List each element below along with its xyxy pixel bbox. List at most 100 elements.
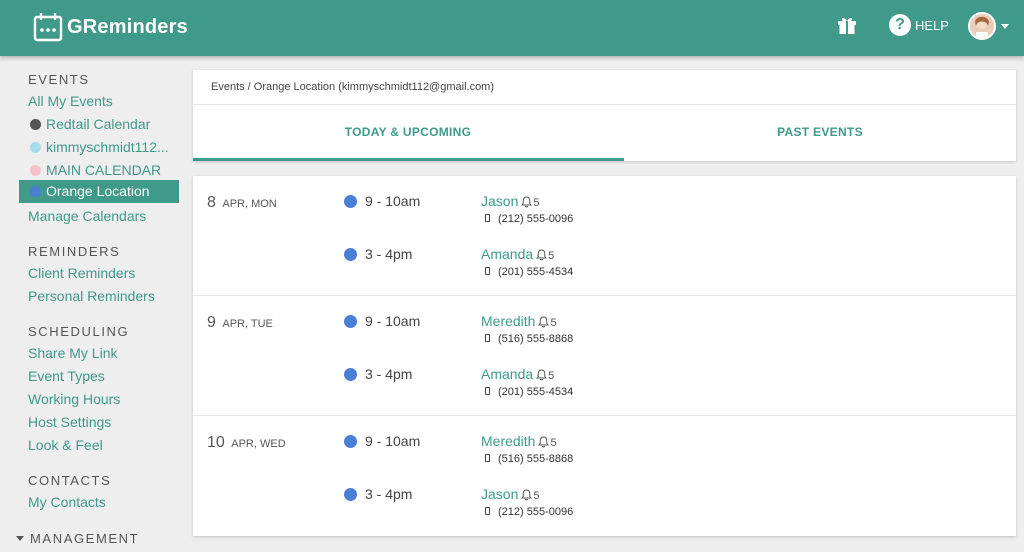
event-color-dot — [344, 435, 357, 448]
bell-icon — [521, 196, 533, 208]
sidebar: EVENTS All My Events Redtail Calendar ki… — [0, 56, 185, 552]
help-icon[interactable]: ? — [889, 14, 911, 36]
reminder-count: 5 — [533, 197, 540, 209]
gift-icon[interactable] — [835, 13, 859, 37]
calendar-color-dot — [30, 186, 41, 197]
user-avatar[interactable] — [968, 12, 996, 40]
calendar-logo-icon[interactable] — [32, 11, 64, 43]
sidebar-item-label: Orange Location — [46, 183, 150, 199]
sidebar-item-event-types[interactable]: Event Types — [28, 368, 105, 384]
day-number: 9 — [207, 314, 216, 331]
management-section-toggle[interactable]: MANAGEMENT — [16, 531, 139, 546]
event-color-dot — [344, 248, 357, 261]
event-contact-link[interactable]: Meredith 5 — [481, 313, 557, 329]
event-time[interactable]: 9 - 10am — [365, 193, 420, 209]
contacts-section-heading: CONTACTS — [28, 473, 112, 488]
day-number: 8 — [207, 194, 216, 211]
event-time[interactable]: 3 - 4pm — [365, 486, 412, 502]
events-header-card: Events / Orange Location (kimmyschmidt11… — [193, 70, 1016, 161]
event-phone: (516) 555-8868 — [485, 453, 573, 465]
divider — [193, 104, 1016, 105]
management-section-heading: MANAGEMENT — [30, 531, 140, 546]
phone-icon — [485, 454, 490, 462]
caret-down-icon[interactable] — [1001, 24, 1009, 29]
calendar-color-dot — [30, 142, 41, 153]
events-list: 8 APR, MON 9 - 10am Jason 5 (212) 555-0096 3 … — [193, 176, 1016, 536]
sidebar-item-host-settings[interactable]: Host Settings — [28, 414, 111, 430]
brand-name[interactable]: GReminders — [67, 16, 188, 39]
sidebar-item-redtail-calendar[interactable]: Redtail Calendar — [30, 116, 150, 132]
tab-past-events[interactable]: PAST EVENTS — [614, 125, 1024, 139]
event-contact-link[interactable]: Amanda 5 — [481, 246, 554, 262]
sidebar-item-look-feel[interactable]: Look & Feel — [28, 437, 103, 453]
sidebar-item-working-hours[interactable]: Working Hours — [28, 391, 120, 407]
breadcrumb: Events / Orange Location (kimmyschmidt11… — [211, 81, 495, 93]
sidebar-item-label: MAIN CALENDAR — [46, 162, 162, 178]
sidebar-item-share-link[interactable]: Share My Link — [28, 345, 117, 361]
help-link[interactable]: HELP — [915, 18, 949, 33]
day-group: 9 APR, TUE 9 - 10am Meredith 5 (516) 555-886… — [193, 296, 1016, 416]
reminder-count: 5 — [548, 370, 555, 382]
event-time[interactable]: 9 - 10am — [365, 433, 420, 449]
sidebar-item-main-calendar[interactable]: MAIN CALENDAR — [30, 162, 161, 178]
reminder-count: 5 — [533, 490, 540, 502]
event-phone: (212) 555-0096 — [485, 506, 573, 518]
day-date: 10 APR, WED — [207, 434, 286, 452]
event-phone: (201) 555-4534 — [485, 266, 573, 278]
calendar-color-dot — [30, 165, 41, 176]
reminder-count: 5 — [548, 250, 555, 262]
active-tab-indicator — [193, 158, 624, 161]
phone-number: (201) 555-4534 — [498, 386, 574, 398]
event-contact-name: Amanda — [481, 246, 534, 262]
day-weekday: APR, MON — [222, 198, 277, 210]
event-color-dot — [344, 315, 357, 328]
bell-icon — [538, 436, 550, 448]
caret-down-icon — [16, 536, 24, 541]
sidebar-item-client-reminders[interactable]: Client Reminders — [28, 265, 135, 281]
event-contact-name: Meredith — [481, 433, 536, 449]
day-group: 10 APR, WED 9 - 10am Meredith 5 (516) 555-88… — [193, 416, 1016, 536]
day-weekday: APR, WED — [231, 438, 286, 450]
phone-icon — [485, 267, 490, 275]
event-phone: (212) 555-0096 — [485, 213, 573, 225]
phone-icon — [485, 387, 490, 395]
day-weekday: APR, TUE — [222, 318, 273, 330]
sidebar-item-personal-reminders[interactable]: Personal Reminders — [28, 288, 155, 304]
event-color-dot — [344, 195, 357, 208]
bell-icon — [536, 249, 548, 261]
day-date: 8 APR, MON — [207, 194, 277, 212]
event-contact-link[interactable]: Meredith 5 — [481, 433, 557, 449]
calendar-color-dot — [30, 119, 41, 130]
bell-icon — [521, 489, 533, 501]
day-group: 8 APR, MON 9 - 10am Jason 5 (212) 555-0096 3 … — [193, 176, 1016, 296]
day-date: 9 APR, TUE — [207, 314, 273, 332]
event-contact-name: Jason — [481, 193, 519, 209]
bell-icon — [536, 369, 548, 381]
event-phone: (516) 555-8868 — [485, 333, 573, 345]
sidebar-item-all-events[interactable]: All My Events — [28, 93, 113, 109]
event-contact-name: Jason — [481, 486, 519, 502]
sidebar-item-orange-location[interactable]: Orange Location — [19, 180, 179, 203]
event-contact-link[interactable]: Jason 5 — [481, 193, 539, 209]
reminders-section-heading: REMINDERS — [28, 244, 121, 259]
event-time[interactable]: 9 - 10am — [365, 313, 420, 329]
event-time[interactable]: 3 - 4pm — [365, 366, 412, 382]
phone-icon — [485, 507, 490, 515]
sidebar-item-my-contacts[interactable]: My Contacts — [28, 494, 106, 510]
phone-number: (516) 555-8868 — [498, 453, 574, 465]
sidebar-item-label: kimmyschmidt112... — [46, 139, 169, 155]
phone-number: (201) 555-4534 — [498, 266, 574, 278]
event-time[interactable]: 3 - 4pm — [365, 246, 412, 262]
event-phone: (201) 555-4534 — [485, 386, 573, 398]
bell-icon — [538, 316, 550, 328]
sidebar-item-label: Redtail Calendar — [46, 116, 151, 132]
top-bar: GReminders ? HELP — [0, 0, 1024, 56]
event-contact-link[interactable]: Jason 5 — [481, 486, 539, 502]
phone-number: (212) 555-0096 — [498, 213, 574, 225]
tab-today-upcoming[interactable]: TODAY & UPCOMING — [202, 125, 614, 139]
sidebar-item-kimmy-calendar[interactable]: kimmyschmidt112... — [30, 139, 169, 155]
event-contact-name: Amanda — [481, 366, 534, 382]
phone-number: (212) 555-0096 — [498, 506, 574, 518]
event-contact-link[interactable]: Amanda 5 — [481, 366, 554, 382]
sidebar-item-manage-calendars[interactable]: Manage Calendars — [28, 208, 146, 224]
